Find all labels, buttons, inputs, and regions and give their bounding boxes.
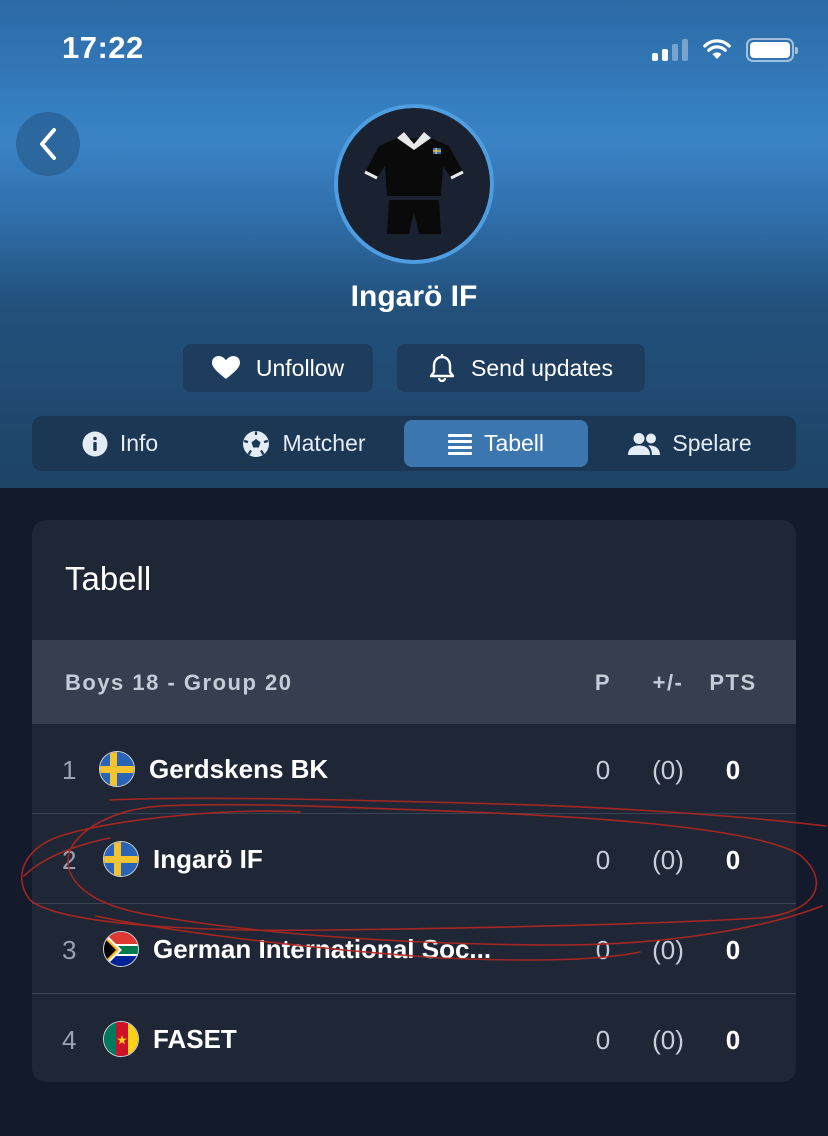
tab-spelare[interactable]: Spelare [588,420,792,467]
team-avatar [334,104,494,264]
row-position: 2 [62,845,77,875]
tab-tabell[interactable]: Tabell [404,420,588,467]
row-played: 0 [595,755,611,785]
table-row[interactable]: 1 Gerdskens BK 0 (0) 0 [32,724,796,814]
jersey-icon [364,132,464,234]
standings-card: Tabell Boys 18 - Group 20 P +/- PTS 1 Ge… [32,520,796,1082]
row-goal-diff: (0) [652,845,684,875]
row-team-name: Gerdskens BK [149,754,329,784]
unfollow-label: Unfollow [255,354,345,381]
wifi-icon [703,39,731,59]
cameroon-flag-icon [103,1021,139,1057]
bell-icon [429,354,455,382]
tab-info-label: Info [119,430,159,456]
status-icons [652,38,798,62]
sweden-flag-icon [99,751,135,787]
soccer-ball-icon [243,430,270,457]
standings-title: Tabell [65,560,152,597]
team-header: 17:22 Ingarö IF Unfollow Send updates In… [0,0,828,488]
chevron-left-icon [40,128,56,160]
row-goal-diff: (0) [652,935,684,965]
heart-icon [211,356,240,379]
send-updates-label: Send updates [471,354,613,381]
table-row[interactable]: 2 Ingarö IF 0 (0) 0 [32,814,796,904]
row-team-name: Ingarö IF [153,844,263,874]
table-row[interactable]: 3 German International Soc... 0 (0) 0 [32,904,796,994]
tab-spelare-label: Spelare [672,430,752,456]
column-played: P [594,670,612,695]
row-points: 0 [725,845,741,875]
row-played: 0 [595,845,611,875]
tab-info[interactable]: Info [36,420,204,467]
south-africa-flag-icon [103,931,139,967]
info-icon [82,431,108,456]
back-button[interactable] [16,112,80,176]
tab-matcher[interactable]: Matcher [204,420,404,467]
unfollow-button[interactable]: Unfollow [183,344,373,392]
row-goal-diff: (0) [652,1025,684,1055]
team-name: Ingarö IF [350,280,478,313]
column-points: PTS [709,670,757,695]
row-team-name: German International Soc... [153,934,492,964]
battery-icon [746,38,798,62]
column-goal-diff: +/- [652,670,684,695]
row-points: 0 [725,1025,741,1055]
row-points: 0 [725,755,741,785]
row-played: 0 [595,1025,611,1055]
tab-matcher-label: Matcher [282,430,366,456]
row-position: 4 [62,1025,77,1055]
status-time: 17:22 [62,30,144,65]
row-points: 0 [725,935,741,965]
row-position: 3 [62,935,77,965]
row-goal-diff: (0) [652,755,684,785]
table-row[interactable]: 4 FASET 0 (0) 0 [32,994,796,1082]
people-icon [628,432,661,455]
group-name: Boys 18 - Group 20 [65,670,293,695]
send-updates-button[interactable]: Send updates [397,344,645,392]
cellular-signal-icon [652,39,688,61]
row-played: 0 [595,935,611,965]
row-position: 1 [62,755,77,785]
sweden-flag-icon [103,841,139,877]
row-team-name: FASET [153,1024,237,1054]
standings-header: Boys 18 - Group 20 P +/- PTS [32,640,796,724]
list-icon [447,433,472,455]
tab-bar: Info Matcher Tabell Spelare [32,416,796,471]
tab-tabell-label: Tabell [483,430,545,456]
status-bar: 17:22 [0,0,828,100]
